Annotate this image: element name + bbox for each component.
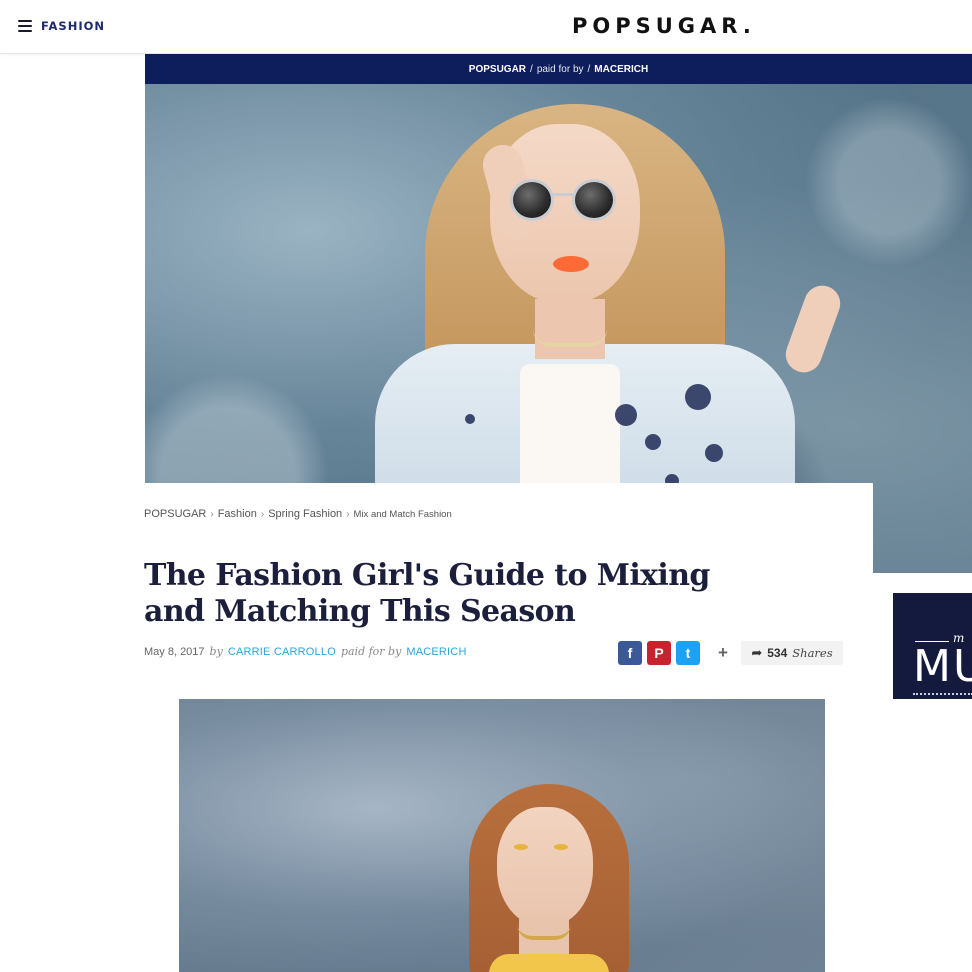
pinterest-share-button[interactable]: P xyxy=(647,641,671,665)
top-nav: FASHION POPSUGAR. xyxy=(0,0,972,54)
ad-dots xyxy=(913,693,972,696)
sponsor-bar-separator-2: / xyxy=(587,63,591,75)
byline: May 8, 2017 by CARRIE CARROLLO paid for … xyxy=(144,645,467,658)
social-share-buttons: f P t + xyxy=(618,641,731,665)
sponsor-bar-separator: / xyxy=(530,63,533,75)
sidebar-ad[interactable]: m MU xyxy=(893,593,972,699)
section-label[interactable]: FASHION xyxy=(41,19,105,33)
breadcrumb-fashion[interactable]: Fashion xyxy=(218,508,257,520)
share-label: Shares xyxy=(792,646,833,660)
breadcrumb-spring-fashion[interactable]: Spring Fashion xyxy=(268,508,342,520)
breadcrumb: POPSUGAR › Fashion › Spring Fashion › Mi… xyxy=(144,508,452,520)
facebook-icon: f xyxy=(627,645,633,661)
share-count-button[interactable]: ➦ 534 Shares xyxy=(741,641,843,665)
breadcrumb-popsugar[interactable]: POPSUGAR xyxy=(144,508,206,520)
sponsor-bar: POPSUGAR / paid for by / MACERICH xyxy=(145,54,972,84)
breadcrumb-mix-and-match[interactable]: Mix and Match Fashion xyxy=(354,509,452,520)
share-arrow-icon: ➦ xyxy=(751,645,763,660)
breadcrumb-separator: › xyxy=(260,508,265,520)
ad-big-text: MU xyxy=(913,641,972,692)
twitter-share-button[interactable]: t xyxy=(676,641,700,665)
popsugar-logo[interactable]: POPSUGAR. xyxy=(572,14,756,38)
facebook-share-button[interactable]: f xyxy=(618,641,642,665)
twitter-icon: t xyxy=(685,645,691,661)
breadcrumb-separator: › xyxy=(346,508,350,520)
menu-button[interactable]: FASHION xyxy=(18,19,105,33)
sponsor-bar-paid-for: paid for by xyxy=(536,63,584,75)
sponsor-link[interactable]: MACERICH xyxy=(406,646,466,658)
more-share-button[interactable]: + xyxy=(715,641,731,665)
byline-paid-for-by: paid for by xyxy=(340,645,402,658)
byline-by: by xyxy=(209,645,223,658)
sunglasses xyxy=(510,179,625,221)
sponsor-bar-brand[interactable]: POPSUGAR xyxy=(469,64,526,75)
article-date: May 8, 2017 xyxy=(144,645,205,658)
hamburger-icon[interactable] xyxy=(18,20,32,32)
share-count: 534 xyxy=(767,646,788,660)
author-link[interactable]: CARRIE CARROLLO xyxy=(228,646,336,658)
sponsor-bar-sponsor[interactable]: MACERICH xyxy=(594,64,648,75)
pinterest-icon: P xyxy=(654,645,664,661)
breadcrumb-separator: › xyxy=(210,508,214,520)
article-headline: The Fashion Girl's Guide to Mixing and M… xyxy=(144,558,710,629)
article-image xyxy=(179,699,825,972)
